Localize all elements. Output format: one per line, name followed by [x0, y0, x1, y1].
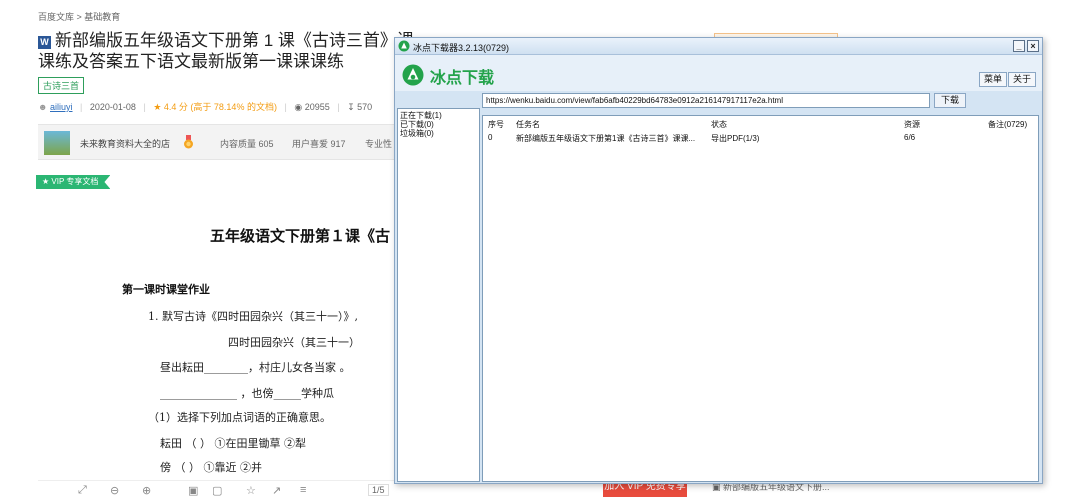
window-title: 冰点下载器3.2.13(0729) — [413, 43, 510, 53]
thumbs-down-icon[interactable]: ▢ — [212, 484, 222, 497]
app-name: 冰点下载 — [430, 70, 495, 87]
vip-ribbon-label: VIP 专享文档 — [51, 177, 99, 186]
column-header-status[interactable]: 状态 — [711, 119, 727, 130]
close-icon[interactable]: × — [1027, 40, 1039, 52]
bingdian-logo-icon — [398, 40, 410, 52]
reader-toolbar: ⤢ ⊖ ⊕ ▣ ▢ ☆ ↗ ≡ 1/5 — [38, 480, 395, 497]
doc-line: 傍 （ ） ①靠近 ②并 — [160, 461, 262, 474]
sidebar-item-downloaded[interactable]: 已下载(0) — [398, 120, 479, 129]
column-header-name[interactable]: 任务名 — [516, 119, 540, 130]
task-list: 序号 任务名 状态 资源 备注(0729) 0 新部编版五年级语文下册第1课《古… — [482, 115, 1039, 482]
doc-date: 2020-01-08 — [89, 102, 136, 112]
menu-button[interactable]: 菜单 — [979, 72, 1008, 87]
user-icon: ☻ — [38, 102, 48, 112]
share-icon[interactable]: ↗ — [272, 484, 281, 497]
eye-icon: ◉ — [294, 102, 303, 112]
fullscreen-icon[interactable]: ⤢ — [78, 484, 87, 497]
document-preview: 五年级语文下册第１课《古 第一课时课堂作业 1. 默写古诗《四时田园杂兴（其三十… — [38, 195, 395, 480]
star-icon: ★ — [153, 102, 162, 112]
vip-ribbon: ★ VIP 专享文档 — [36, 175, 111, 189]
zoom-in-icon[interactable]: ⊕ — [142, 484, 151, 497]
doc-line: （1）选择下列加点词语的正确意思。 — [148, 411, 331, 424]
row-task-name: 新部编版五年级语文下册第1课《古诗三首》课课... — [516, 134, 696, 143]
word-doc-icon: W — [38, 36, 51, 49]
doc-line: 1. 默写古诗《四时田园杂兴（其三十一）》, — [148, 310, 358, 323]
download-icon: ↧ — [347, 102, 355, 112]
doc-meta: ☻ ailiuyi | 2020-01-08 | ★ 4.4 分 (高于 78.… — [38, 102, 373, 112]
store-likes: 用户喜爱 917 — [292, 139, 346, 149]
breadcrumb[interactable]: 百度文库 > 基础教育 — [38, 10, 120, 23]
row-index: 0 — [488, 133, 493, 142]
medal-icon — [184, 135, 193, 149]
page-title-text: 新部编版五年级语文下册第 1 课《古诗三首》课课练及答案五下语文最新版第一课课课… — [38, 31, 414, 71]
star-outline-icon[interactable]: ☆ — [246, 484, 256, 497]
download-count: 570 — [357, 102, 373, 112]
page-number[interactable]: 1/5 — [368, 484, 389, 496]
store-bar[interactable]: 未来教育资料大全的店 内容质量 605 用户喜爱 917 专业性 — [38, 124, 395, 160]
app-header: 冰点下载 菜单 关于 — [395, 55, 1042, 91]
row-resource: 6/6 — [904, 133, 916, 142]
page-title: W 新部编版五年级语文下册第 1 课《古诗三首》课课练及答案五下语文最新版第一课课… — [38, 30, 418, 72]
doc-line: 耘田 （ ） ①在田里锄草 ②犁 — [160, 437, 306, 450]
column-header-index[interactable]: 序号 — [488, 119, 504, 130]
sidebar-item-trash[interactable]: 垃圾箱(0) — [398, 129, 479, 138]
url-input[interactable] — [482, 93, 930, 108]
doc-line: 四时田园杂兴（其三十一） — [228, 336, 360, 349]
column-header-note[interactable]: 备注(0729) — [988, 119, 1027, 130]
doc-section-title: 第一课时课堂作业 — [122, 283, 210, 296]
doc-tag[interactable]: 古诗三首 — [38, 77, 85, 94]
view-count: 20955 — [304, 102, 330, 112]
doc-rating: 4.4 分 (高于 78.14% 的文档) — [163, 102, 277, 112]
doc-line: 昼出耘田________，村庄儿女各当家 。 — [160, 361, 351, 374]
store-quality: 内容质量 605 — [220, 139, 274, 149]
store-avatar[interactable] — [44, 131, 70, 155]
window-titlebar[interactable]: 冰点下载器3.2.13(0729) _ × — [395, 38, 1042, 55]
doc-line: ______________ ，也傍_____学种瓜 — [160, 387, 334, 400]
store-pro: 专业性 — [365, 139, 393, 149]
thumbs-up-icon[interactable]: ▣ — [188, 484, 198, 497]
author-link[interactable]: ailiuyi — [50, 102, 73, 112]
menu-icon[interactable]: ≡ — [300, 484, 306, 496]
download-button[interactable]: 下载 — [934, 93, 966, 108]
doc-heading: 五年级语文下册第１课《古 — [210, 227, 391, 245]
minimize-icon[interactable]: _ — [1013, 40, 1025, 52]
url-row: 下载 — [395, 91, 1042, 109]
task-category-list: 正在下载(1) 已下载(0) 垃圾箱(0) — [397, 108, 480, 482]
downloader-window: 冰点下载器3.2.13(0729) _ × 冰点下载 菜单 关于 下载 正在下载… — [394, 37, 1043, 484]
row-status: 导出PDF(1/3) — [711, 134, 760, 143]
about-button[interactable]: 关于 — [1008, 72, 1037, 87]
sidebar-item-downloading[interactable]: 正在下载(1) — [398, 111, 479, 120]
column-header-resource[interactable]: 资源 — [904, 119, 920, 130]
bingdian-logo-icon — [402, 64, 424, 86]
zoom-out-icon[interactable]: ⊖ — [110, 484, 119, 497]
store-name[interactable]: 未来教育资料大全的店 — [80, 137, 170, 150]
